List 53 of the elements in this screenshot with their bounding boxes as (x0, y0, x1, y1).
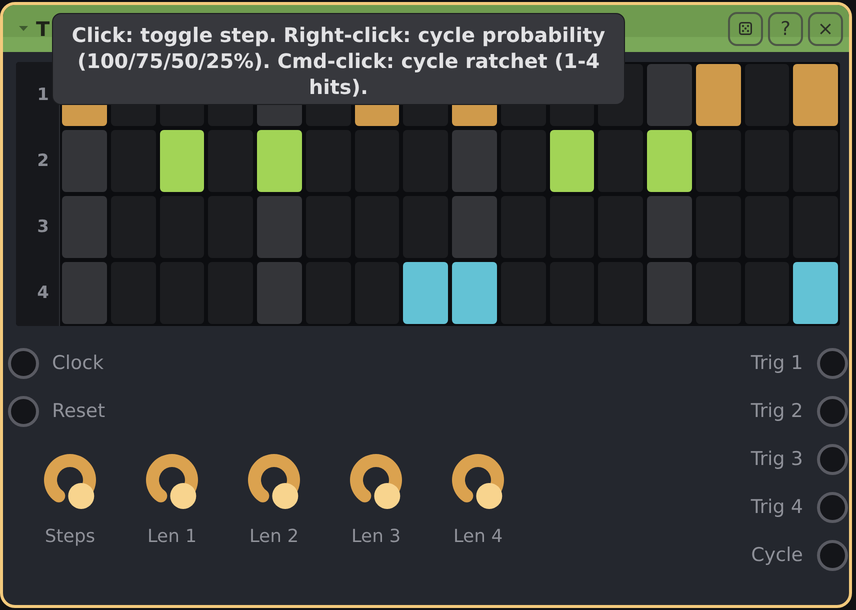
step-cell[interactable] (62, 196, 107, 258)
port-label: Trig 1 (750, 352, 803, 374)
step-cell[interactable] (452, 130, 497, 192)
knob-label: Len 3 (351, 526, 401, 548)
knob-label: Len 4 (453, 526, 503, 548)
port-label: Reset (52, 400, 106, 422)
dice-icon (739, 22, 752, 35)
step-cell[interactable] (62, 130, 107, 192)
knob-label: Steps (44, 526, 96, 548)
input-jack[interactable] (8, 348, 39, 378)
knob-label: Len 2 (249, 526, 299, 548)
row-header: 2 (16, 128, 60, 194)
step-cell[interactable] (647, 64, 692, 126)
knob-label: Len 1 (147, 526, 197, 548)
step-cell[interactable] (403, 262, 448, 324)
step-cell[interactable] (160, 130, 204, 192)
step-cell[interactable] (793, 262, 838, 324)
knob[interactable] (248, 454, 300, 510)
port-label: Trig 2 (750, 400, 803, 422)
port-label: Trig 4 (750, 496, 803, 518)
randomize-button[interactable] (728, 12, 763, 46)
step-cell[interactable] (257, 262, 302, 324)
step-cell[interactable] (550, 130, 594, 192)
output-jack[interactable] (817, 396, 848, 426)
knob[interactable] (350, 454, 402, 510)
header-button[interactable]: × (808, 12, 843, 46)
port-label: Cycle (751, 544, 803, 566)
step-cell[interactable] (257, 196, 302, 258)
step-cell[interactable] (647, 262, 692, 324)
step-cell[interactable] (696, 64, 740, 126)
step-cell[interactable] (647, 196, 692, 258)
step-cell[interactable] (452, 262, 497, 324)
tooltip: Click: toggle step. Right-click: cycle probability (100/75/50/25%). Cmd-click: cycle ratchet (1-4 hits). (52, 13, 625, 105)
caret-icon[interactable] (19, 24, 28, 33)
step-cell[interactable] (647, 130, 692, 192)
step-cell[interactable] (793, 64, 838, 126)
input-jack[interactable] (8, 396, 39, 426)
knob[interactable] (44, 454, 96, 510)
window-title: T (36, 16, 50, 40)
row-header: 4 (16, 260, 60, 326)
knob[interactable] (146, 454, 198, 510)
knob[interactable] (452, 454, 504, 510)
step-cell[interactable] (452, 196, 497, 258)
output-jack[interactable] (817, 492, 848, 522)
step-cell[interactable] (257, 130, 302, 192)
step-cell[interactable] (62, 262, 107, 324)
output-jack[interactable] (817, 348, 848, 378)
port-label: Trig 3 (750, 448, 803, 470)
output-jack[interactable] (817, 444, 848, 474)
port-label: Clock (52, 352, 104, 374)
header-button[interactable]: ? (768, 12, 803, 46)
row-header: 3 (16, 194, 60, 260)
output-jack[interactable] (817, 540, 848, 570)
